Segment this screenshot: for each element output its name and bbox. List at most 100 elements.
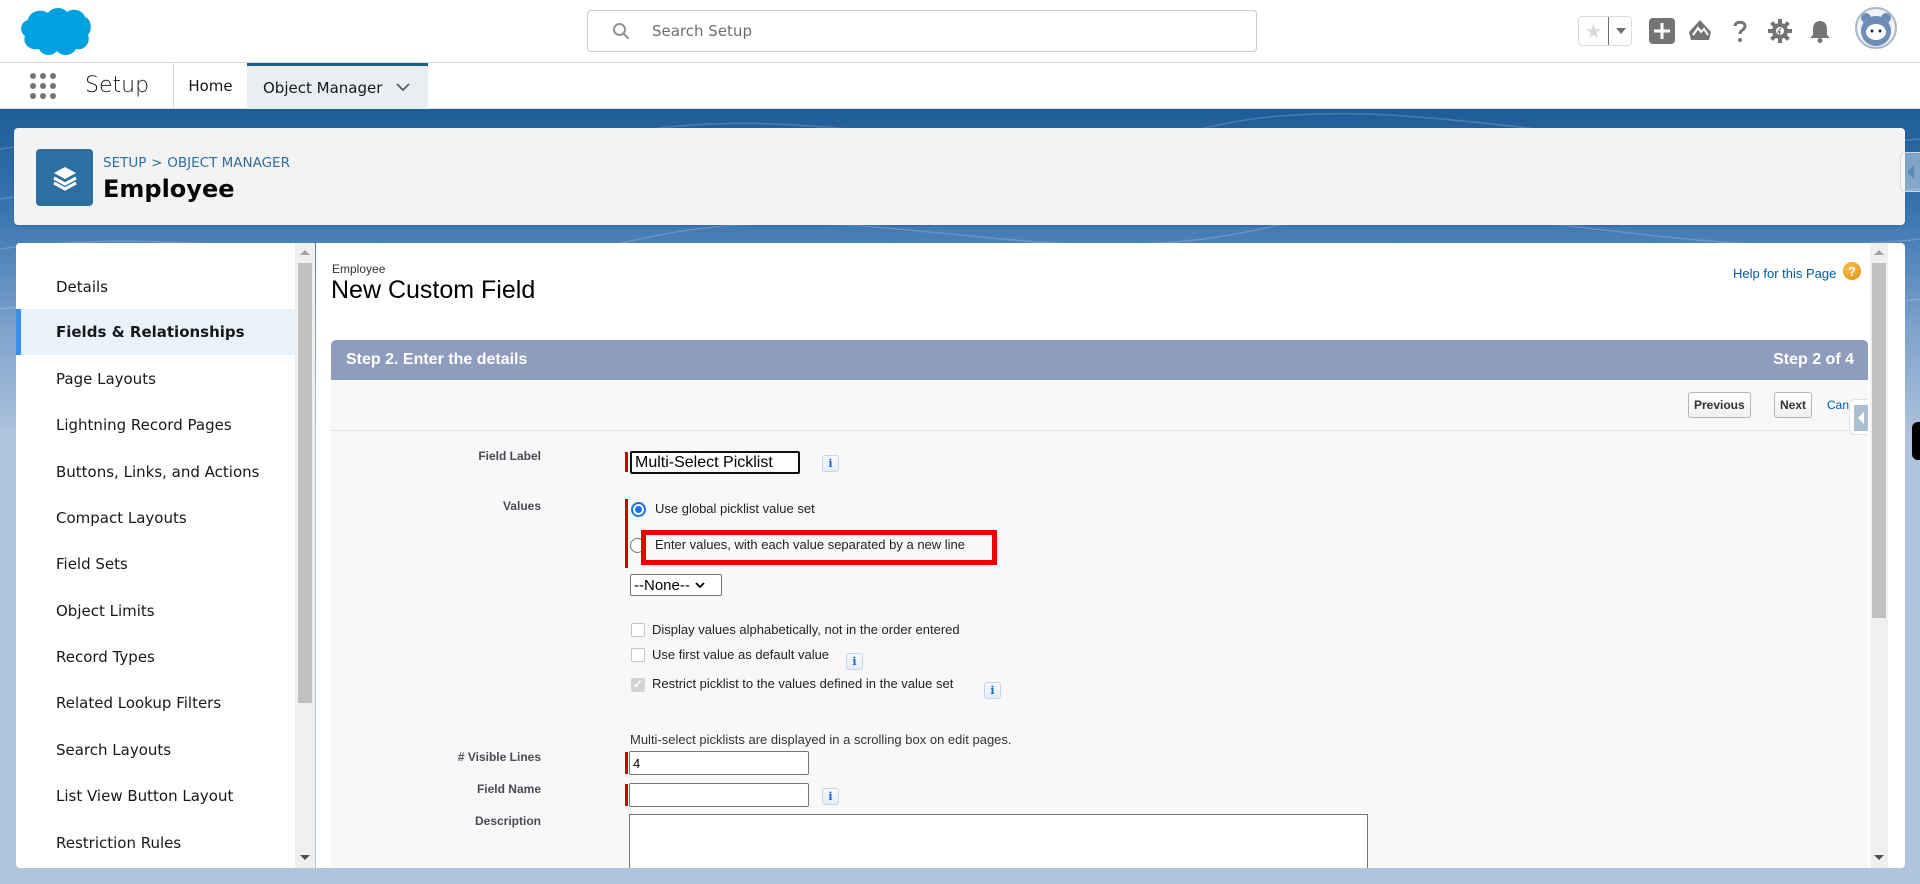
chevron-down-icon[interactable] [395,79,411,95]
values-label: Values [502,499,541,513]
trailhead-button[interactable] [1687,18,1713,44]
trailhead-icon [1689,20,1711,40]
restrict-picklist-label: Restrict picklist to the values defined … [652,676,954,691]
chevron-down-icon [1615,28,1626,34]
user-avatar[interactable] [1855,7,1897,49]
step-header: Step 2. Enter the details Step 2 of 4 [331,340,1868,380]
sidebar-item-label: Page Layouts [56,370,156,388]
help-for-this-page-link[interactable]: Help for this Page [1733,266,1836,281]
sidebar-item-page-layouts[interactable]: Page Layouts [16,356,295,402]
chevron-left-icon [1858,412,1864,424]
scroll-up-arrow-icon[interactable] [300,250,310,255]
alphabetical-checkbox[interactable] [631,623,645,637]
step-count: Step 2 of 4 [1773,351,1854,368]
sidebar-item-label: Details [56,278,109,296]
sidebar-item-record-types[interactable]: Record Types [16,634,295,680]
app-launcher-icon[interactable] [28,71,58,101]
next-button[interactable]: Next [1774,392,1813,418]
inner-collapse-tab[interactable] [1849,399,1868,435]
scrollbar-thumb[interactable] [1872,263,1886,618]
panel-collapse-tab[interactable] [1900,152,1920,192]
global-value-set-select[interactable]: --None-- [630,574,722,596]
setup-button[interactable] [1767,18,1793,44]
notifications-button[interactable] [1807,18,1833,44]
use-global-picklist-label[interactable]: Use global picklist value set [655,501,815,516]
sidebar-item-buttons-links-actions[interactable]: Buttons, Links, and Actions [16,449,295,495]
tab-home[interactable]: Home [174,63,247,109]
sidebar-item-label: Search Layouts [56,741,172,759]
search-input[interactable] [652,19,1232,43]
scrollbar-thumb[interactable] [298,263,312,703]
visible-lines-input[interactable] [629,751,809,775]
main-scrollbar[interactable] [1870,243,1888,868]
sidebar-item-label: Lightning Record Pages [56,416,232,434]
sidebar-item-field-sets[interactable]: Field Sets [16,541,295,587]
sidebar-item-label: Compact Layouts [56,509,187,527]
description-label: Description [474,814,541,828]
object-label: Employee [332,262,386,276]
visible-lines-label: # Visible Lines [457,750,541,764]
info-icon[interactable]: i [984,682,1001,699]
tab-object-manager[interactable]: Object Manager [247,63,428,109]
sidebar-item-label: List View Button Layout [56,787,234,805]
custom-field-wizard: Employee New Custom Field Help for this … [316,243,1870,868]
tab-home-label: Home [188,77,233,95]
enter-values-label[interactable]: Enter values, with each value separated … [655,537,965,552]
object-header: SETUP > OBJECT MANAGER Employee [14,128,1905,225]
field-name-input[interactable] [629,783,809,807]
favorites-dropdown-button[interactable] [1608,17,1632,45]
field-name-label: Field Name [476,782,541,796]
required-indicator [625,784,628,806]
object-sidebar: Details Fields & Relationships Page Layo… [16,243,315,868]
main-panel: Employee New Custom Field Help for this … [316,243,1905,868]
search-setup-box[interactable] [587,10,1257,52]
global-actions-add-button[interactable] [1649,18,1675,44]
scroll-down-arrow-icon[interactable] [300,855,310,860]
sidebar-item-label: Object Limits [56,602,155,620]
sidebar-item-details[interactable]: Details [16,264,295,310]
favorite-star-icon[interactable]: ★ [1579,17,1608,45]
info-icon[interactable]: i [846,653,863,670]
info-icon[interactable]: i [822,788,839,805]
help-question-icon[interactable]: ? [1843,262,1861,280]
help-button[interactable] [1727,18,1753,44]
required-indicator [625,499,628,568]
info-icon[interactable]: i [822,455,839,472]
tab-object-manager-label: Object Manager [263,78,383,97]
notifications-bell-icon [1810,21,1830,43]
favorites-group: ★ [1578,16,1632,46]
setup-gear-icon [1768,19,1792,43]
layers-icon [52,166,77,191]
sidebar-item-search-layouts[interactable]: Search Layouts [16,727,295,773]
select-value: --None-- [634,576,690,594]
edge-handle[interactable] [1912,422,1920,460]
scroll-up-arrow-icon[interactable] [1874,250,1884,255]
page-title: New Custom Field [331,276,536,304]
sidebar-item-lightning-record-pages[interactable]: Lightning Record Pages [16,402,295,448]
form-body: Previous Next Cancel Field Label i Value… [331,380,1868,868]
previous-button[interactable]: Previous [1688,392,1751,418]
sidebar-item-label: Related Lookup Filters [56,694,222,712]
scroll-down-arrow-icon[interactable] [1874,855,1884,860]
chevron-down-icon [695,582,705,589]
sidebar-item-compact-layouts[interactable]: Compact Layouts [16,495,295,541]
search-icon [613,23,630,40]
first-value-default-checkbox[interactable] [631,648,645,662]
sidebar-item-related-lookup-filters[interactable]: Related Lookup Filters [16,680,295,726]
context-bar: Setup Home Object Manager [0,63,1920,109]
help-icon [1733,20,1747,42]
required-indicator [625,452,628,472]
field-label-input[interactable] [630,451,800,474]
sidebar-item-list-view-button-layout[interactable]: List View Button Layout [16,773,295,819]
sidebar-item-fields-relationships[interactable]: Fields & Relationships [16,309,295,355]
breadcrumb: SETUP > OBJECT MANAGER [103,153,290,171]
use-global-picklist-radio[interactable] [631,502,646,517]
description-textarea[interactable] [629,814,1368,868]
chevron-left-icon [1907,165,1914,179]
sidebar-scrollbar[interactable] [295,243,315,868]
breadcrumb-setup[interactable]: SETUP [103,155,146,171]
breadcrumb-object-manager[interactable]: OBJECT MANAGER [167,155,290,171]
sidebar-item-object-limits[interactable]: Object Limits [16,588,295,634]
salesforce-logo[interactable] [18,5,92,57]
sidebar-item-restriction-rules[interactable]: Restriction Rules [16,820,295,866]
